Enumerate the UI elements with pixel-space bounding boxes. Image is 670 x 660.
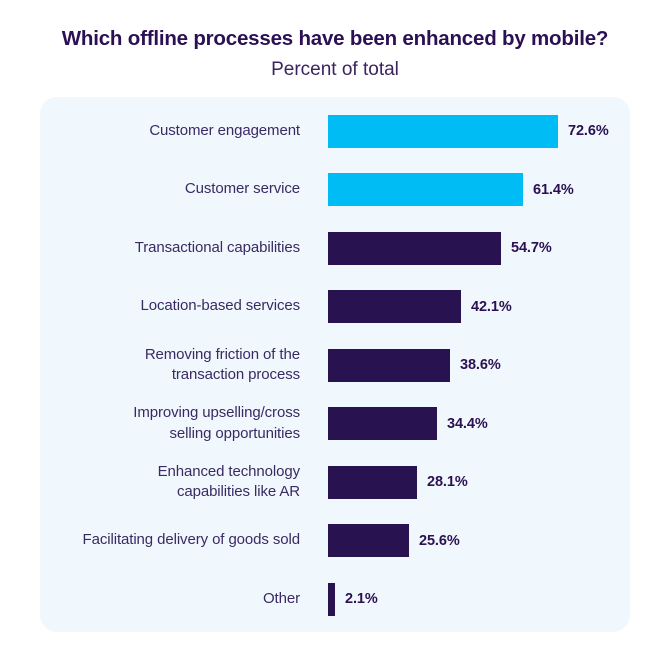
chart-card: Customer engagement 72.6% Customer service… [40,97,630,632]
page-subtitle: Percent of total [271,58,399,80]
bar-row: Customer service 61.4% [40,164,630,216]
bar-category-label: Other [262,589,300,607]
bar[interactable] [328,407,437,440]
bar-value-label: 2.1% [345,591,378,607]
bar-value-label: 34.4% [447,415,488,432]
bar-category-label: Customer engagement [149,121,300,139]
bar-category-label: Location-based services [140,297,301,315]
bar-track: 61.4% [300,164,630,216]
page-title: Which offline processes have been enhanc… [61,27,609,50]
bar-track: 25.6% [300,515,630,567]
bar-row: Improving upselling/cross selling opport… [40,398,630,450]
bar-value-label: 72.6% [568,123,609,139]
bar-row: Location-based services 42.1% [40,281,630,333]
bar-category-label: Facilitating delivery of goods sold [82,531,301,549]
bar-track: 2.1% [300,573,630,625]
bar-category-label: Improving upselling/cross selling opport… [133,404,300,442]
bar-track: 38.6% [300,339,630,391]
bar-chart: Customer engagement 72.6% Customer service… [40,97,630,632]
bar-row: Removing friction of the transaction pro… [40,339,630,391]
bar-track: 42.1% [300,281,630,333]
bar-row: Customer engagement 72.6% [40,105,630,157]
bar-value-label: 38.6% [460,357,501,373]
bar-category-label: Customer service [184,180,300,198]
bar[interactable] [328,290,461,323]
bar-row: Enhanced technology capabilities like AR… [40,456,630,508]
bar-track: 72.6% [300,105,630,157]
bar-value-label: 42.1% [471,298,512,315]
bar-track: 54.7% [300,222,630,274]
bar-category-label: Removing friction of the transaction pro… [144,345,300,383]
bar-row: Facilitating delivery of goods sold 25.6% [40,515,630,567]
bar-value-label: 61.4% [533,181,574,198]
bar[interactable] [328,465,417,499]
bar[interactable] [328,231,501,265]
bar[interactable] [328,348,450,382]
bar-track: 28.1% [300,456,630,508]
chart-header: Which offline processes have been enhanc… [0,0,670,81]
bar-value-label: 28.1% [427,474,468,490]
bar[interactable] [328,524,409,557]
bar-row: Transactional capabilities 54.7% [40,222,630,274]
bar-category-label: Enhanced technology capabilities like AR [157,462,300,500]
bar-value-label: 25.6% [419,532,460,549]
bar-category-label: Transactional capabilities [134,238,300,256]
chart-page: Which offline processes have been enhanc… [0,0,670,660]
bar[interactable] [328,114,558,148]
bar-value-label: 54.7% [511,240,552,256]
bar[interactable] [328,582,335,616]
bar[interactable] [328,173,523,206]
bar-track: 34.4% [300,398,630,450]
bar-row: Other 2.1% [40,573,630,625]
